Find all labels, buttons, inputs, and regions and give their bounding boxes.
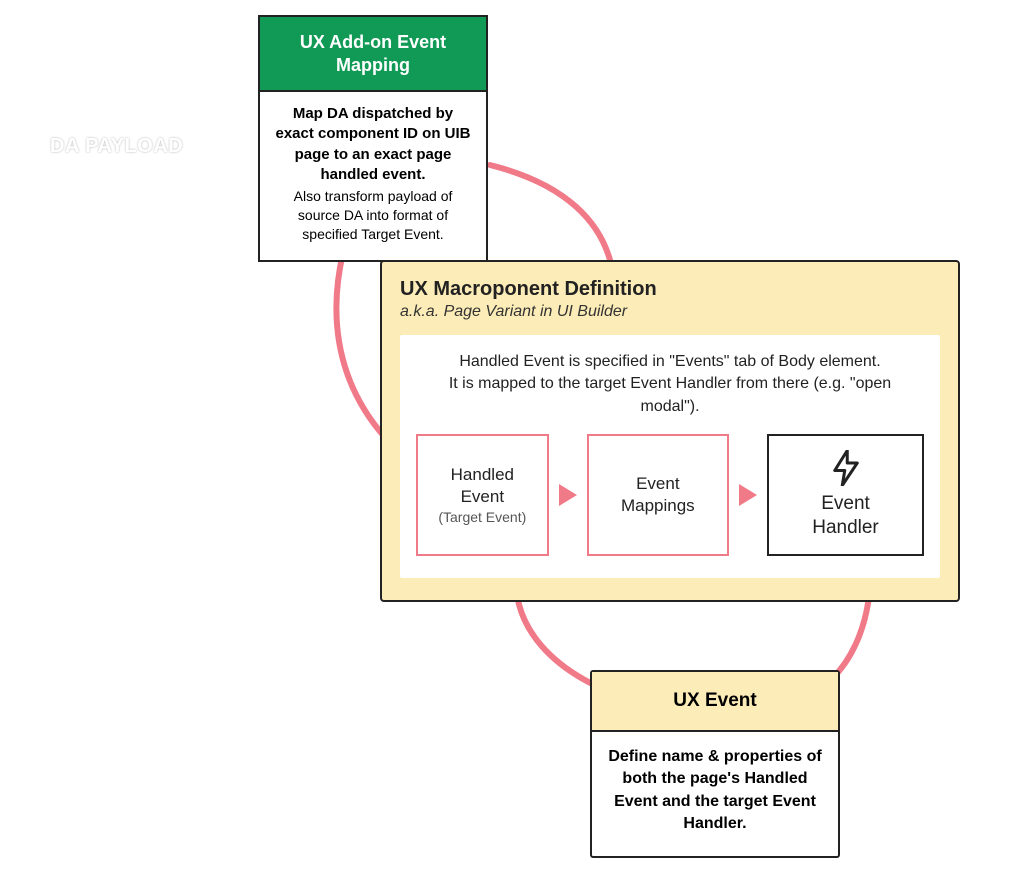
lightning-icon (831, 450, 861, 486)
addon-card-header: UX Add-on Event Mapping (260, 17, 486, 92)
macroponent-title: UX Macroponent Definition (400, 278, 940, 301)
flow-row: Handled Event (Target Event) Event Mappi… (416, 434, 924, 556)
addon-event-mapping-card: UX Add-on Event Mapping Map DA dispatche… (258, 15, 488, 262)
ux-event-card: UX Event Define name & properties of bot… (590, 670, 840, 858)
macroponent-description: Handled Event is specified in "Events" t… (436, 351, 904, 418)
addon-card-body: Map DA dispatched by exact component ID … (260, 92, 486, 260)
macroponent-inner: Handled Event is specified in "Events" t… (400, 335, 940, 578)
addon-body-main: Map DA dispatched by exact component ID … (274, 104, 472, 185)
event-handler-label: Event Handler (789, 492, 902, 540)
event-handler-box: Event Handler (767, 434, 924, 556)
macroponent-subtitle: a.k.a. Page Variant in UI Builder (400, 303, 940, 321)
addon-body-sub: Also transform payload of source DA into… (274, 187, 472, 244)
arrow-icon (557, 434, 579, 556)
arrow-icon (737, 434, 759, 556)
event-mappings-label: Event Mappings (601, 473, 715, 517)
da-payload-label: DA PAYLOAD (50, 135, 183, 158)
handled-event-label: Handled Event (430, 464, 535, 508)
handled-event-box: Handled Event (Target Event) (416, 434, 549, 556)
event-mappings-box: Event Mappings (587, 434, 729, 556)
ux-event-header: UX Event (592, 672, 838, 732)
macroponent-card: UX Macroponent Definition a.k.a. Page Va… (380, 260, 960, 602)
handled-event-sub: (Target Event) (430, 508, 535, 526)
ux-event-body: Define name & properties of both the pag… (592, 732, 838, 856)
